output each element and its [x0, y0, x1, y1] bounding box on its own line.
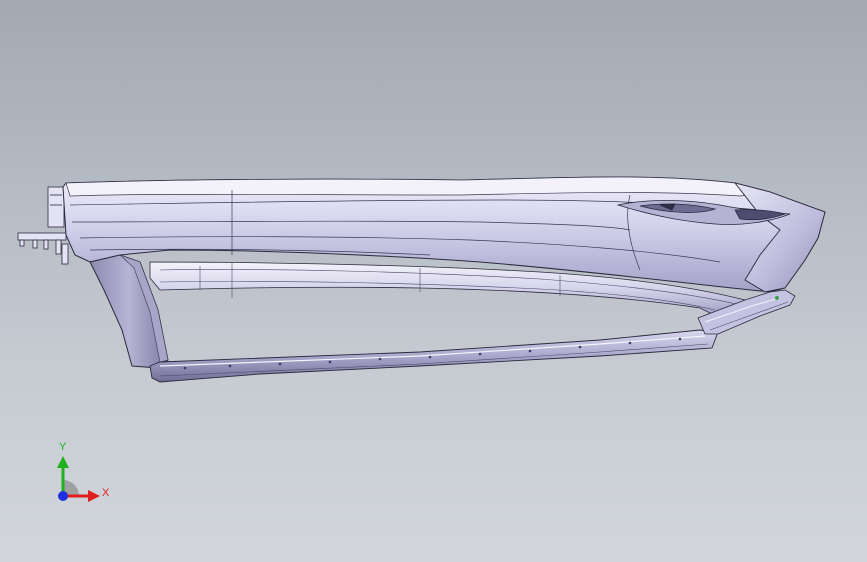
sketch-point	[775, 296, 779, 300]
z-axis-dot	[58, 491, 68, 501]
left-bracket[interactable]	[17, 186, 69, 265]
reference-triad[interactable]: Y X	[48, 440, 118, 510]
graphics-viewport[interactable]: Y X	[0, 0, 867, 562]
cad-model[interactable]	[0, 0, 867, 562]
y-axis-label: Y	[59, 441, 67, 453]
lower-rail[interactable]	[149, 329, 719, 383]
x-axis-label: X	[102, 487, 110, 499]
